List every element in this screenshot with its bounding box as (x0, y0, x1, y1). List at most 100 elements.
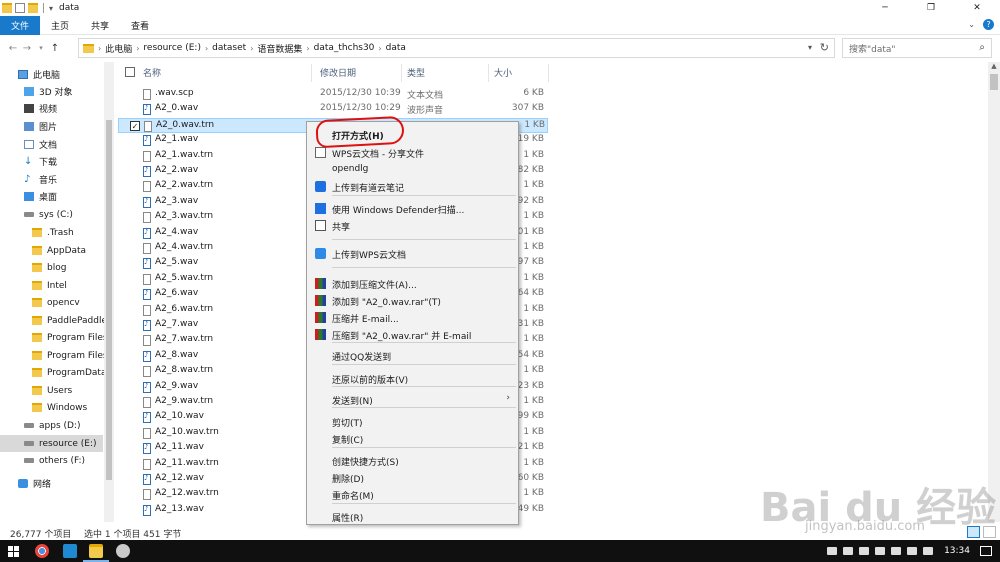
context-menu-item[interactable]: 添加到 "A2_0.wav.rar"(T) (307, 292, 518, 309)
sidebar-item[interactable]: apps (D:) (24, 417, 80, 434)
tab-home[interactable]: 主页 (40, 16, 80, 35)
sidebar-item[interactable]: 视频 (24, 100, 57, 117)
search-input[interactable]: 搜索"data" ⌕ (842, 38, 992, 58)
sidebar-item[interactable]: PaddlePaddle (32, 312, 107, 329)
tray-icon[interactable] (859, 547, 870, 555)
sidebar-item[interactable]: Users (32, 382, 72, 399)
context-menu-item[interactable]: 复制(C) (307, 430, 518, 447)
scroll-up-icon[interactable]: ▲ (988, 62, 1000, 72)
navigation-pane-scroll-thumb[interactable] (106, 120, 112, 480)
sidebar-item[interactable]: 桌面 (24, 188, 57, 205)
chevron-right-icon[interactable]: › (306, 44, 309, 53)
context-menu-item[interactable]: 创建快捷方式(S) (307, 452, 518, 469)
app-icon[interactable] (116, 544, 130, 558)
context-menu-item[interactable]: 通过QQ发送到 (307, 347, 518, 364)
new-folder-quick-icon[interactable] (28, 3, 38, 13)
sidebar-item[interactable]: Intel (32, 277, 67, 294)
breadcrumb-resource[interactable]: resource (E:) (143, 43, 201, 53)
column-divider[interactable] (311, 64, 312, 82)
sidebar-item[interactable]: 网络 (18, 475, 51, 492)
cloud-icon[interactable] (827, 547, 838, 555)
sidebar-item[interactable]: AppData (32, 242, 86, 259)
recent-locations-icon[interactable]: ▾ (34, 44, 48, 52)
context-menu-item[interactable]: 上传到WPS云文档 (307, 245, 518, 262)
sidebar-item[interactable]: 3D 对象 (24, 83, 73, 100)
column-divider[interactable] (488, 64, 489, 82)
sidebar-item[interactable]: blog (32, 259, 66, 276)
chevron-right-icon[interactable]: › (250, 44, 253, 53)
context-menu-item[interactable]: 发送到(N) › (307, 391, 518, 408)
address-bar[interactable]: › 此电脑 › resource (E:) › dataset › 语音数据集 … (78, 38, 835, 58)
breadcrumb-data-thchs30[interactable]: data_thchs30 (314, 43, 375, 53)
file-list-scroll-thumb[interactable] (990, 74, 998, 90)
refresh-icon[interactable]: ↻ (820, 41, 829, 54)
chevron-right-icon[interactable]: › (136, 44, 139, 53)
context-menu-item[interactable]: 剪切(T) (307, 413, 518, 430)
clock[interactable]: 13:34 (944, 546, 970, 556)
select-all-checkbox[interactable] (125, 67, 135, 77)
breadcrumb-dataset[interactable]: dataset (212, 43, 246, 53)
battery-icon[interactable] (891, 547, 902, 555)
file-row[interactable]: A2_0.wav 2015/12/30 10:29 波形声音 307 KB (118, 102, 548, 117)
notification-icon[interactable] (980, 546, 992, 556)
input-method-icon[interactable] (923, 547, 934, 555)
context-menu-item[interactable]: opendlg (307, 161, 518, 178)
context-menu-item[interactable]: 删除(D) (307, 469, 518, 486)
properties-quick-icon[interactable] (15, 3, 25, 13)
vscode-icon[interactable] (63, 544, 77, 558)
maximize-button[interactable]: ❐ (908, 0, 954, 16)
tab-share[interactable]: 共享 (80, 16, 120, 35)
sidebar-item[interactable]: opencv (32, 294, 80, 311)
file-row[interactable]: .wav.scp 2015/12/30 10:39 文本文档 6 KB (118, 87, 548, 102)
context-menu-item[interactable]: 还原以前的版本(V) (307, 370, 518, 387)
context-menu-item[interactable]: 共享 (307, 217, 518, 234)
tab-file[interactable]: 文件 (0, 15, 40, 35)
sidebar-item[interactable]: ↓ 下载 (24, 153, 57, 170)
sidebar-item[interactable]: ♪ 音乐 (24, 171, 57, 188)
column-header-size[interactable]: 大小 (494, 62, 512, 82)
close-button[interactable]: ✕ (954, 0, 1000, 16)
column-divider[interactable] (401, 64, 402, 82)
sidebar-item[interactable]: ProgramData (32, 364, 106, 381)
breadcrumb-this-pc[interactable]: 此电脑 (105, 42, 132, 55)
breadcrumb-speech-dataset[interactable]: 语音数据集 (257, 42, 302, 55)
column-divider[interactable] (548, 64, 549, 82)
back-button[interactable]: ← (6, 43, 20, 54)
sidebar-item[interactable]: others (F:) (24, 452, 85, 469)
start-button[interactable] (8, 546, 19, 557)
up-button[interactable]: ↑ (48, 43, 62, 54)
network-icon[interactable] (843, 547, 854, 555)
sidebar-item[interactable]: 图片 (24, 118, 57, 135)
expand-ribbon-icon[interactable]: ⌄ (968, 20, 975, 29)
sidebar-item[interactable]: 此电脑 (18, 66, 60, 83)
file-explorer-icon[interactable] (89, 544, 103, 558)
breadcrumb-data[interactable]: data (386, 43, 406, 53)
forward-button[interactable]: → (20, 43, 34, 54)
sidebar-item[interactable]: .Trash (32, 224, 74, 241)
context-menu-item[interactable]: 属性(R) (307, 508, 518, 525)
quick-access-dropdown-icon[interactable]: ▾ (49, 4, 53, 13)
sidebar-item[interactable]: 文档 (24, 136, 57, 153)
chrome-icon[interactable] (35, 544, 49, 558)
context-menu-item[interactable]: 压缩到 "A2_0.wav.rar" 并 E-mail (307, 326, 518, 343)
volume-icon[interactable] (875, 547, 886, 555)
address-history-dropdown-icon[interactable]: ▾ (808, 43, 812, 52)
column-header-date[interactable]: 修改日期 (320, 62, 356, 82)
chevron-right-icon[interactable]: › (378, 44, 381, 53)
context-menu-item[interactable]: 添加到压缩文件(A)... (307, 275, 518, 292)
context-menu-item[interactable]: 重命名(M) (307, 486, 518, 503)
sidebar-item[interactable]: Program Files (32, 347, 108, 364)
file-list-scrollbar[interactable] (988, 62, 1000, 522)
wifi-icon[interactable] (907, 547, 918, 555)
sidebar-item[interactable]: Program Files (32, 329, 108, 346)
context-menu-item[interactable]: 使用 Windows Defender扫描... (307, 200, 518, 217)
chevron-right-icon[interactable]: › (98, 44, 101, 53)
column-header-type[interactable]: 类型 (407, 62, 425, 82)
help-icon[interactable]: ? (983, 19, 994, 30)
context-menu-item[interactable]: 压缩并 E-mail... (307, 309, 518, 326)
sidebar-item[interactable]: Windows (32, 399, 87, 416)
sidebar-item[interactable]: sys (C:) (24, 206, 73, 223)
sidebar-item[interactable]: resource (E:) (0, 435, 103, 452)
row-checkbox[interactable]: ✓ (130, 120, 140, 131)
minimize-button[interactable]: ─ (862, 0, 908, 16)
